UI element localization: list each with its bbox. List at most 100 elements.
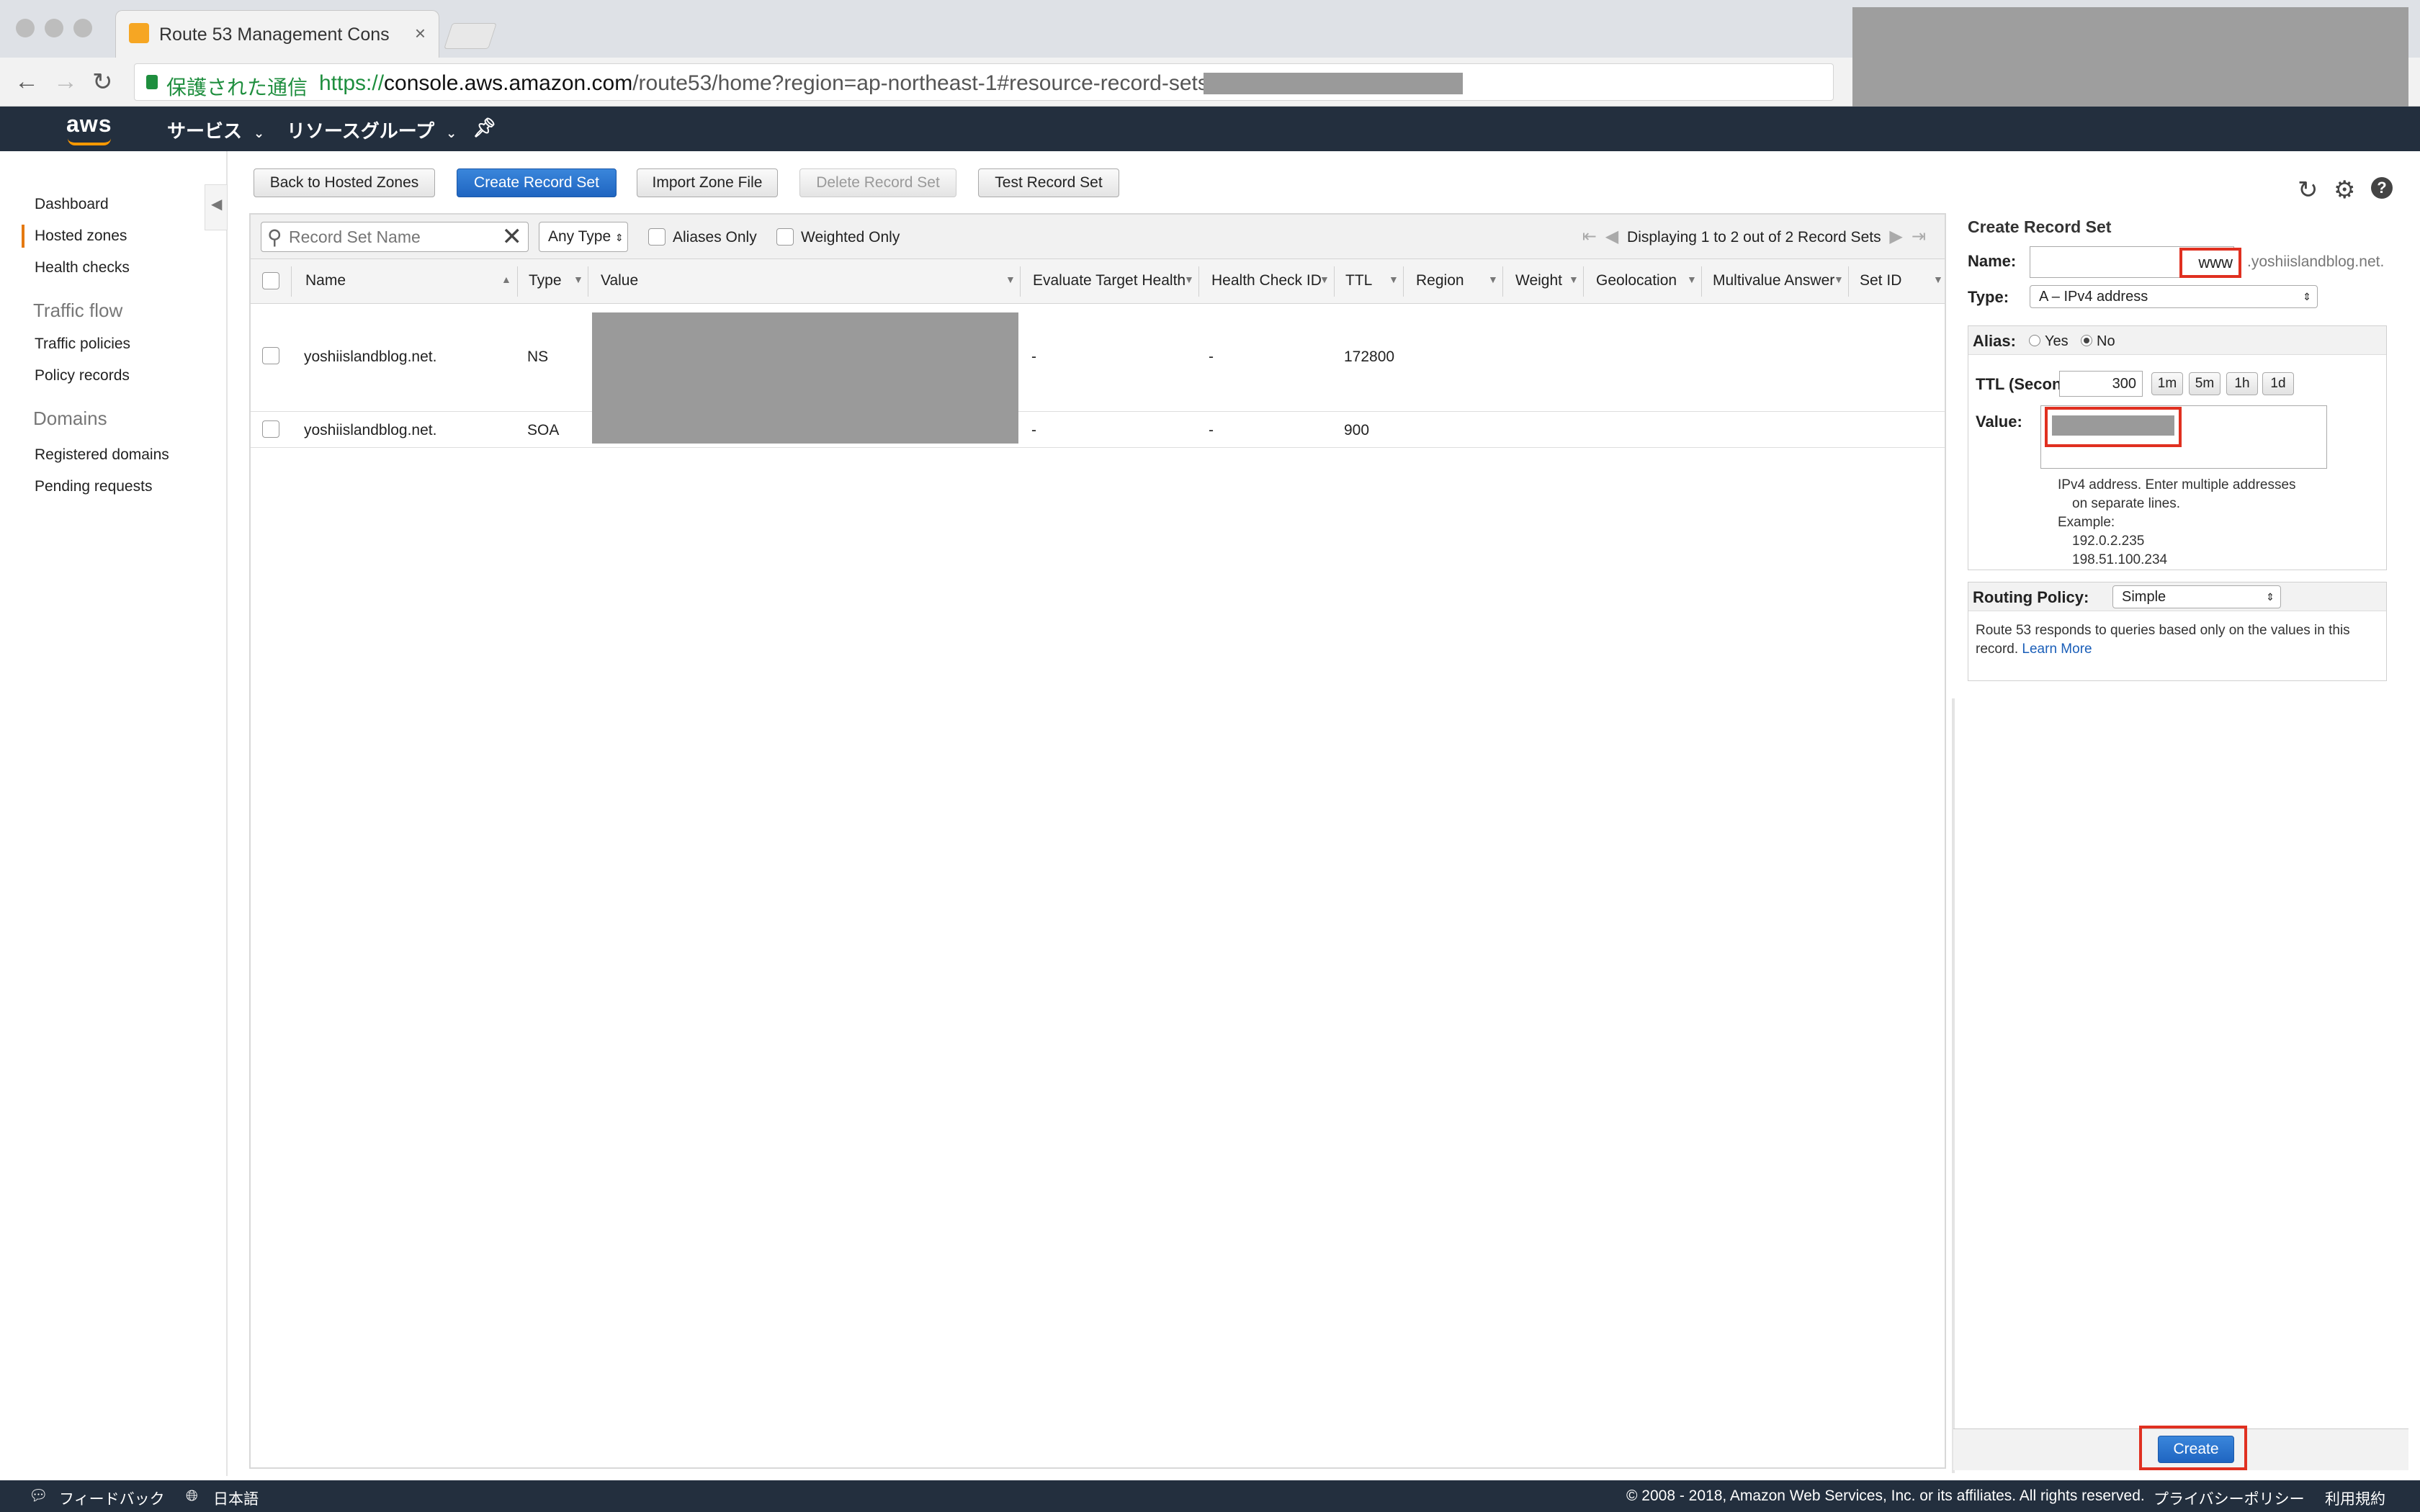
url-host: console.aws.amazon.com <box>384 71 633 95</box>
column-header-region[interactable]: Region <box>1416 272 1464 289</box>
create-record-set-panel: Create Record Set Name: www .yoshiisland… <box>1948 213 2408 1469</box>
clear-search-icon[interactable]: ✕ <box>502 222 523 251</box>
aliases-only-checkbox[interactable] <box>648 228 666 246</box>
new-tab-button[interactable] <box>444 23 497 49</box>
redacted-value <box>2052 415 2174 436</box>
feedback-icon: 💬︎ <box>29 1488 48 1504</box>
panel-splitter[interactable] <box>1952 698 1955 1473</box>
learn-more-link[interactable]: Learn More <box>2022 642 2092 657</box>
ttl-1d-button[interactable]: 1d <box>2262 372 2294 395</box>
column-header-name[interactable]: Name <box>305 272 346 289</box>
tab-close-icon[interactable]: × <box>415 22 426 45</box>
import-zone-file-button[interactable]: Import Zone File <box>637 168 778 197</box>
create-button[interactable]: Create <box>2158 1436 2234 1463</box>
chevron-down-icon[interactable]: ▼ <box>1933 274 1943 285</box>
create-record-set-button[interactable]: Create Record Set <box>457 168 617 197</box>
column-header-value[interactable]: Value <box>601 272 638 289</box>
services-menu[interactable]: サービス ⌄ <box>167 117 264 143</box>
type-filter-select[interactable]: Any Type ⇕ <box>539 222 628 252</box>
select-all-checkbox[interactable] <box>262 272 279 289</box>
help-icon[interactable]: ? <box>2371 177 2393 199</box>
table-row[interactable]: yoshiislandblog.net. SOA - - 900 <box>251 412 1945 448</box>
column-header-set-id[interactable]: Set ID <box>1860 272 1901 289</box>
routing-policy-select[interactable]: Simple ⇕ <box>2112 585 2281 608</box>
chevron-down-icon[interactable]: ▼ <box>573 274 583 285</box>
value-label: Value: <box>1976 413 2022 431</box>
feedback-link[interactable]: フィードバック <box>59 1488 165 1509</box>
sidebar-item-pending-requests[interactable]: Pending requests <box>35 478 152 495</box>
ttl-1m-button[interactable]: 1m <box>2151 372 2183 395</box>
record-search-input[interactable] <box>289 225 490 248</box>
table-row[interactable]: yoshiislandblog.net. NS - - 172800 <box>251 304 1945 412</box>
next-page-icon[interactable]: ▶ <box>1889 227 1902 246</box>
sidebar-item-hosted-zones[interactable]: Hosted zones <box>21 225 127 248</box>
column-header-multivalue-answer[interactable]: Multivalue Answer <box>1713 272 1834 289</box>
gear-icon[interactable]: ⚙ <box>2334 176 2355 204</box>
sidebar-item-policy-records[interactable]: Policy records <box>35 367 130 384</box>
ttl-5m-button[interactable]: 5m <box>2189 372 2220 395</box>
reload-icon[interactable]: ↻ <box>92 68 113 96</box>
sidebar-item-dashboard[interactable]: Dashboard <box>35 196 109 213</box>
column-header-type[interactable]: Type <box>529 272 562 289</box>
prev-page-icon[interactable]: ◀ <box>1605 227 1618 246</box>
resource-groups-menu[interactable]: リソースグループ ⌄ <box>287 117 457 143</box>
sidebar-item-registered-domains[interactable]: Registered domains <box>35 446 169 464</box>
chevron-down-icon[interactable]: ▼ <box>1005 274 1016 285</box>
delete-record-set-button[interactable]: Delete Record Set <box>799 168 956 197</box>
ttl-1h-button[interactable]: 1h <box>2226 372 2258 395</box>
back-to-hosted-zones-button[interactable]: Back to Hosted Zones <box>254 168 435 197</box>
sidebar-collapse-button[interactable]: ◀ <box>205 184 228 230</box>
window-maximize-control[interactable] <box>73 19 92 37</box>
alias-yes-radio[interactable] <box>2029 335 2040 346</box>
column-header-weight[interactable]: Weight <box>1515 272 1562 289</box>
chevron-down-icon[interactable]: ▼ <box>1184 274 1194 285</box>
window-close-control[interactable] <box>16 19 35 37</box>
pin-icon[interactable]: 📌︎ <box>472 117 496 139</box>
chevron-down-icon[interactable]: ▼ <box>1389 274 1399 285</box>
sidebar-item-health-checks[interactable]: Health checks <box>35 259 130 276</box>
alias-no-radio[interactable] <box>2081 335 2092 346</box>
chevron-down-icon: ⌄ <box>446 126 457 140</box>
chevron-down-icon[interactable]: ▼ <box>1488 274 1498 285</box>
record-type-select[interactable]: A – IPv4 address ⇕ <box>2030 285 2318 308</box>
forward-arrow-icon[interactable]: → <box>53 68 78 96</box>
language-selector[interactable]: 日本語 <box>213 1488 259 1509</box>
last-page-icon[interactable]: ⇥ <box>1912 227 1926 246</box>
chevron-down-icon[interactable]: ▼ <box>1319 274 1330 285</box>
browser-tab[interactable]: Route 53 Management Console × <box>115 10 439 58</box>
sidebar-item-traffic-policies[interactable]: Traffic policies <box>35 336 130 353</box>
services-menu-label: サービス <box>167 120 243 142</box>
value-help-line2: on separate lines. <box>2072 496 2180 511</box>
record-evaluate-target-health: - <box>1031 422 1036 438</box>
record-search-box[interactable]: ⚲ ✕ <box>261 222 529 252</box>
refresh-icon[interactable]: ↻ <box>2298 176 2318 204</box>
column-divider <box>1334 266 1335 297</box>
column-header-evaluate-target-health[interactable]: Evaluate Target Health <box>1033 272 1186 289</box>
chevron-down-icon[interactable]: ▼ <box>1569 274 1579 285</box>
chevron-down-icon[interactable]: ▼ <box>1834 274 1844 285</box>
url-omnibox[interactable]: 保護された通信 https://console.aws.amazon.com/r… <box>134 63 1834 101</box>
search-icon: ⚲ <box>267 226 282 248</box>
chevron-down-icon[interactable]: ▼ <box>1687 274 1697 285</box>
chevron-left-icon: ◀ <box>211 197 223 212</box>
weighted-only-checkbox[interactable] <box>776 228 794 246</box>
terms-link[interactable]: 利用規約 <box>2325 1488 2385 1509</box>
sort-ascending-icon[interactable]: ▲ <box>501 274 511 285</box>
name-value-highlight[interactable]: www <box>2179 248 2241 278</box>
url-text[interactable]: https://console.aws.amazon.com/route53/h… <box>319 71 1214 96</box>
back-arrow-icon[interactable]: ← <box>14 68 39 96</box>
row-checkbox[interactable] <box>262 420 279 438</box>
row-checkbox[interactable] <box>262 347 279 364</box>
column-header-geolocation[interactable]: Geolocation <box>1596 272 1677 289</box>
redacted-url-segment <box>1204 73 1463 94</box>
first-page-icon[interactable]: ⇤ <box>1582 227 1597 246</box>
window-minimize-control[interactable] <box>45 19 63 37</box>
aws-logo[interactable]: aws <box>66 111 112 145</box>
test-record-set-button[interactable]: Test Record Set <box>978 168 1119 197</box>
routing-policy-label: Routing Policy: <box>1973 588 2089 606</box>
ttl-input[interactable]: 300 <box>2059 371 2143 397</box>
privacy-policy-link[interactable]: プライバシーポリシー <box>2154 1488 2305 1509</box>
column-divider <box>1583 266 1584 297</box>
column-header-ttl[interactable]: TTL <box>1345 272 1372 289</box>
column-header-health-check-id[interactable]: Health Check ID <box>1211 272 1322 289</box>
